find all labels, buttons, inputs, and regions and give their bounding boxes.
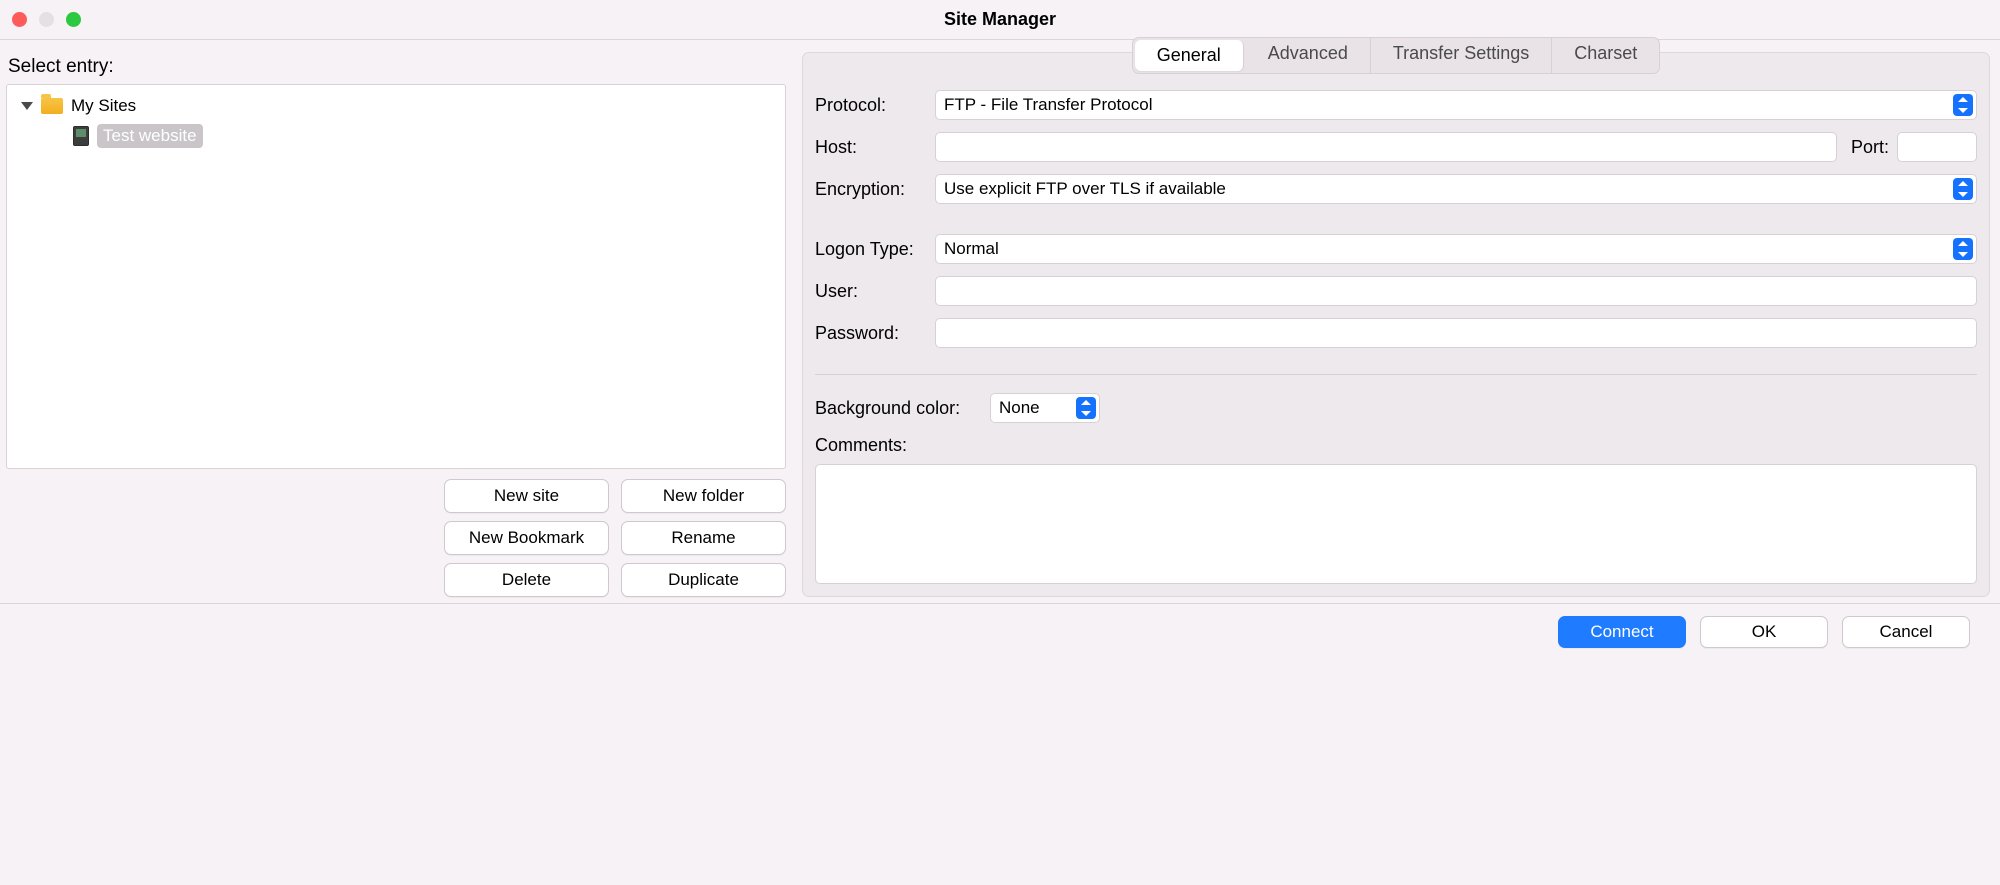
port-label: Port: [1851, 137, 1889, 158]
new-folder-button[interactable]: New folder [621, 479, 786, 513]
tab-advanced[interactable]: Advanced [1246, 38, 1371, 73]
select-knob-icon [1953, 178, 1973, 200]
tree-root-label: My Sites [71, 96, 136, 116]
site-tree[interactable]: My Sites Test website [6, 84, 786, 469]
left-panel: Select entry: My Sites Test website New … [6, 52, 786, 597]
left-buttons: New site New folder New Bookmark Rename … [6, 479, 786, 597]
background-color-select[interactable]: None [990, 393, 1100, 423]
host-label: Host: [815, 137, 935, 158]
tree-item-test-website[interactable]: Test website [11, 121, 781, 151]
background-color-value: None [999, 398, 1040, 418]
tree-root-row[interactable]: My Sites [11, 91, 781, 121]
window-title: Site Manager [0, 9, 2000, 30]
protocol-select[interactable]: FTP - File Transfer Protocol [935, 90, 1977, 120]
duplicate-button[interactable]: Duplicate [621, 563, 786, 597]
protocol-label: Protocol: [815, 95, 935, 116]
tab-set: General Advanced Transfer Settings Chars… [1132, 37, 1661, 74]
right-panel: General Advanced Transfer Settings Chars… [802, 52, 1990, 597]
port-input[interactable] [1897, 132, 1977, 162]
folder-icon [41, 98, 63, 114]
tab-bar: General Advanced Transfer Settings Chars… [815, 37, 1977, 74]
protocol-value: FTP - File Transfer Protocol [944, 95, 1152, 115]
site-manager-window: Site Manager Select entry: My Sites Test… [0, 0, 2000, 885]
user-label: User: [815, 281, 935, 302]
footer: Connect OK Cancel [0, 603, 2000, 659]
connect-button[interactable]: Connect [1558, 616, 1686, 648]
comments-label: Comments: [815, 435, 1977, 456]
titlebar: Site Manager [0, 0, 2000, 40]
password-label: Password: [815, 323, 935, 344]
new-bookmark-button[interactable]: New Bookmark [444, 521, 609, 555]
cancel-button[interactable]: Cancel [1842, 616, 1970, 648]
encryption-value: Use explicit FTP over TLS if available [944, 179, 1226, 199]
user-input[interactable] [935, 276, 1977, 306]
server-icon [73, 126, 89, 146]
rename-button[interactable]: Rename [621, 521, 786, 555]
select-knob-icon [1953, 94, 1973, 116]
divider [815, 374, 1977, 375]
encryption-select[interactable]: Use explicit FTP over TLS if available [935, 174, 1977, 204]
logon-type-select[interactable]: Normal [935, 234, 1977, 264]
encryption-label: Encryption: [815, 179, 935, 200]
logon-type-label: Logon Type: [815, 239, 935, 260]
select-knob-icon [1076, 397, 1096, 419]
tree-item-label: Test website [97, 124, 203, 148]
password-input[interactable] [935, 318, 1977, 348]
comments-input[interactable] [815, 464, 1977, 584]
ok-button[interactable]: OK [1700, 616, 1828, 648]
tab-transfer[interactable]: Transfer Settings [1371, 38, 1552, 73]
main-row: Select entry: My Sites Test website New … [0, 40, 2000, 603]
select-knob-icon [1953, 238, 1973, 260]
host-input[interactable] [935, 132, 1837, 162]
chevron-down-icon[interactable] [21, 102, 33, 110]
tab-charset[interactable]: Charset [1552, 38, 1659, 73]
new-site-button[interactable]: New site [444, 479, 609, 513]
select-entry-label: Select entry: [6, 52, 786, 84]
form-general: Protocol: FTP - File Transfer Protocol H… [815, 90, 1977, 584]
logon-type-value: Normal [944, 239, 999, 259]
content: Select entry: My Sites Test website New … [0, 40, 2000, 885]
background-color-label: Background color: [815, 398, 990, 419]
tab-general[interactable]: General [1135, 40, 1244, 71]
delete-button[interactable]: Delete [444, 563, 609, 597]
